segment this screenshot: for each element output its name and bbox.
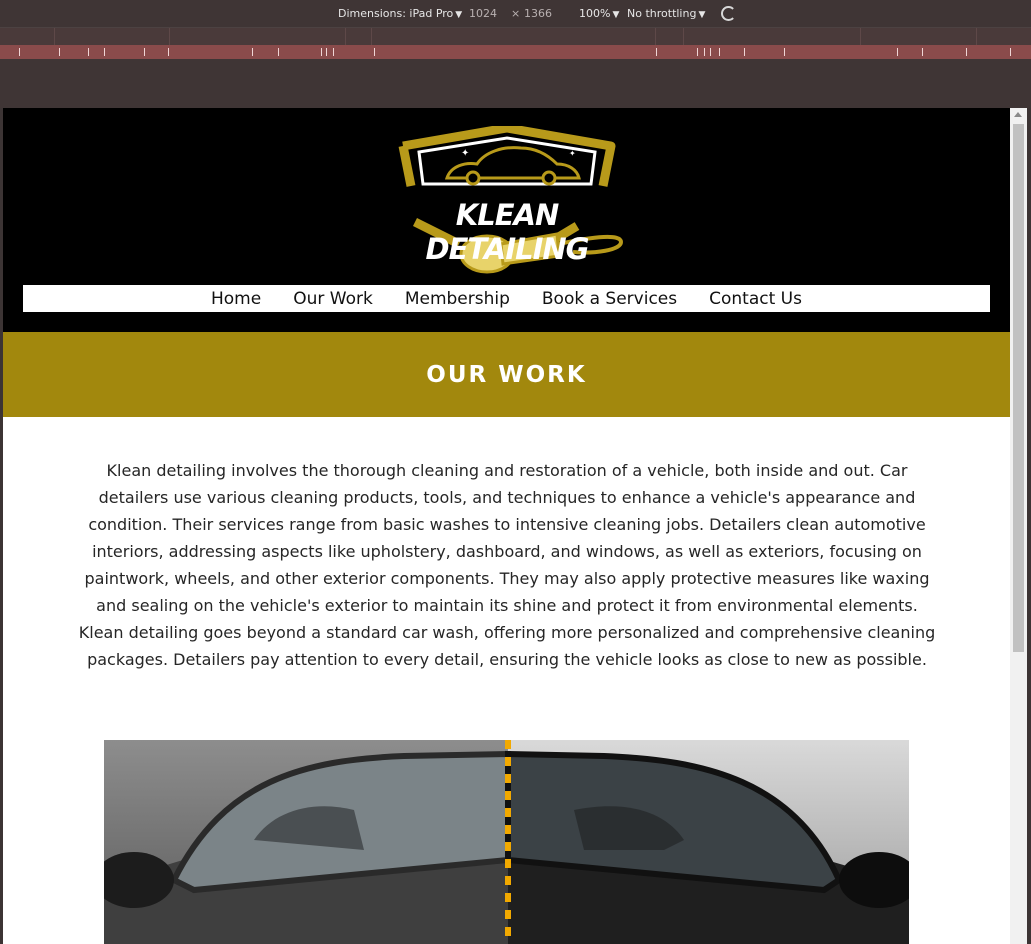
brand-wordmark: KLEAN DETAILING — [425, 198, 590, 266]
main-nav: Home Our Work Membership Book a Services… — [23, 285, 990, 312]
media-query-bar-min-width[interactable] — [0, 45, 1031, 59]
zoom-label: 100% — [579, 7, 611, 20]
caret-down-icon: ▼ — [612, 10, 620, 20]
zoom-selector[interactable]: 100% ▼ — [579, 7, 619, 20]
throttle-label: No throttling — [627, 7, 697, 20]
intro-paragraph: Klean detailing involves the thorough cl… — [78, 461, 936, 669]
svg-text:✦: ✦ — [461, 148, 469, 159]
height-input[interactable]: 1366 — [524, 7, 552, 20]
dimension-separator: × — [511, 7, 521, 20]
throttle-selector[interactable]: No throttling ▼ — [627, 7, 705, 20]
caret-down-icon: ▼ — [698, 10, 706, 20]
scroll-up-arrow-icon[interactable] — [1014, 112, 1022, 117]
nav-membership[interactable]: Membership — [405, 289, 510, 309]
before-after-car-photo — [104, 740, 909, 944]
devtools-device-toolbar: Dimensions: iPad Pro ▼ 1024 × 1366 100% ▼ … — [0, 0, 1031, 28]
media-query-bar-max-width[interactable] — [0, 28, 1031, 45]
device-selector[interactable]: Dimensions: iPad Pro ▼ — [338, 7, 462, 20]
site-header: ✦ ✦ KLEAN DETAILING Home Our Work Member… — [3, 108, 1010, 332]
rotate-icon[interactable] — [721, 6, 736, 21]
device-label: Dimensions: iPad Pro — [338, 7, 454, 20]
scroll-thumb[interactable] — [1013, 124, 1024, 652]
page-scrollbar[interactable] — [1010, 108, 1027, 944]
svg-text:✦: ✦ — [569, 149, 576, 158]
caret-down-icon: ▼ — [455, 10, 463, 20]
width-input[interactable]: 1024 — [469, 7, 497, 20]
page-banner: OUR WORK — [3, 332, 1010, 417]
brand-logo[interactable]: ✦ ✦ KLEAN DETAILING — [381, 123, 633, 278]
devtools-spacer — [0, 59, 1031, 108]
page-viewport: ✦ ✦ KLEAN DETAILING Home Our Work Member… — [3, 108, 1010, 944]
nav-book-services[interactable]: Book a Services — [542, 289, 677, 309]
nav-contact-us[interactable]: Contact Us — [709, 289, 802, 309]
nav-our-work[interactable]: Our Work — [293, 289, 373, 309]
nav-home[interactable]: Home — [211, 289, 261, 309]
page-title: OUR WORK — [426, 361, 587, 388]
